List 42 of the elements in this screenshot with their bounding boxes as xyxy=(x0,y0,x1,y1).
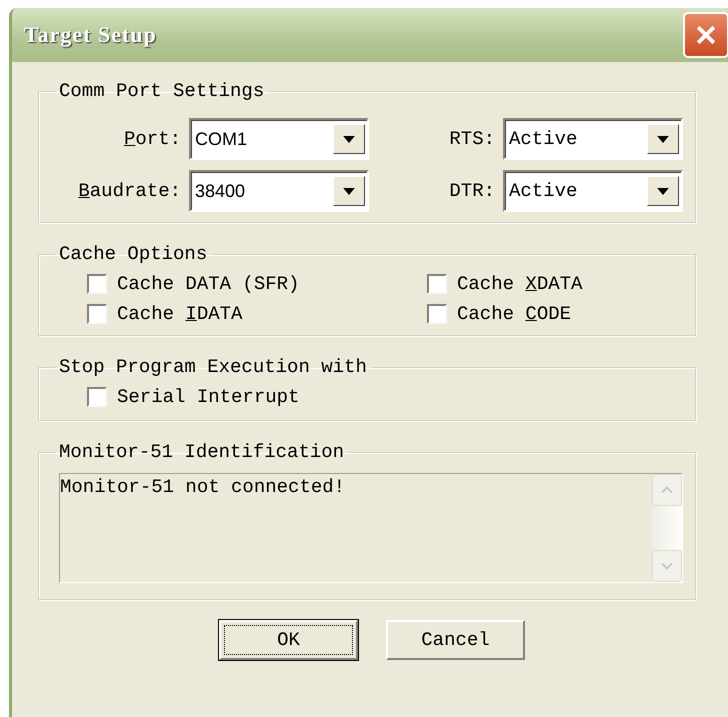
dropdown-value: COM1 xyxy=(194,128,248,150)
dropdown[interactable]: 38400 xyxy=(189,170,369,212)
checkbox[interactable] xyxy=(427,274,447,294)
checkbox-label: Cache IDATA xyxy=(117,303,242,325)
dropdown[interactable]: Active xyxy=(503,118,683,160)
field-label: Baudrate: xyxy=(77,180,181,202)
text-area[interactable]: Monitor-51 not connected! xyxy=(59,473,683,583)
checkbox-label: Cache DATA (SFR) xyxy=(117,273,300,295)
dialog-button[interactable]: Cancel xyxy=(386,620,525,660)
checkbox[interactable] xyxy=(87,274,107,294)
dropdown-arrow-button[interactable] xyxy=(333,176,365,206)
dropdown-arrow-button[interactable] xyxy=(333,124,365,154)
checkbox-label: Cache XDATA xyxy=(457,273,582,295)
dropdown-arrow-button[interactable] xyxy=(647,124,679,154)
chevron-up-icon xyxy=(661,486,673,494)
identification-text: Monitor-51 not connected! xyxy=(60,475,346,500)
dropdown-value: 38400 xyxy=(194,180,246,202)
close-button[interactable] xyxy=(683,12,728,58)
dropdown-value: Active xyxy=(508,180,578,202)
chevron-down-icon xyxy=(661,562,673,570)
field-label: Port: xyxy=(122,128,181,150)
dropdown-value: Active xyxy=(508,128,578,150)
checkbox-label: Serial Interrupt xyxy=(117,386,300,408)
window-title: Target Setup xyxy=(24,22,157,48)
group-title: Comm Port Settings xyxy=(58,80,266,102)
field-label: RTS: xyxy=(448,128,495,150)
checkbox[interactable] xyxy=(427,304,447,324)
caret-icon xyxy=(343,136,355,142)
field-label: DTR: xyxy=(448,180,495,202)
checkbox[interactable] xyxy=(87,304,107,324)
group-title: Monitor-51 Identification xyxy=(58,441,346,463)
dropdown[interactable]: COM1 xyxy=(189,118,369,160)
group-title: Stop Program Execution with xyxy=(58,356,368,378)
checkbox-label: Cache CODE xyxy=(457,303,572,325)
dialog-button[interactable]: OK xyxy=(219,620,358,660)
checkbox[interactable] xyxy=(87,387,107,407)
dropdown[interactable]: Active xyxy=(503,170,683,212)
caret-icon xyxy=(657,136,669,142)
dropdown-arrow-button[interactable] xyxy=(647,176,679,206)
caret-icon xyxy=(343,188,355,194)
caret-icon xyxy=(657,188,669,194)
group-title: Cache Options xyxy=(58,243,208,265)
